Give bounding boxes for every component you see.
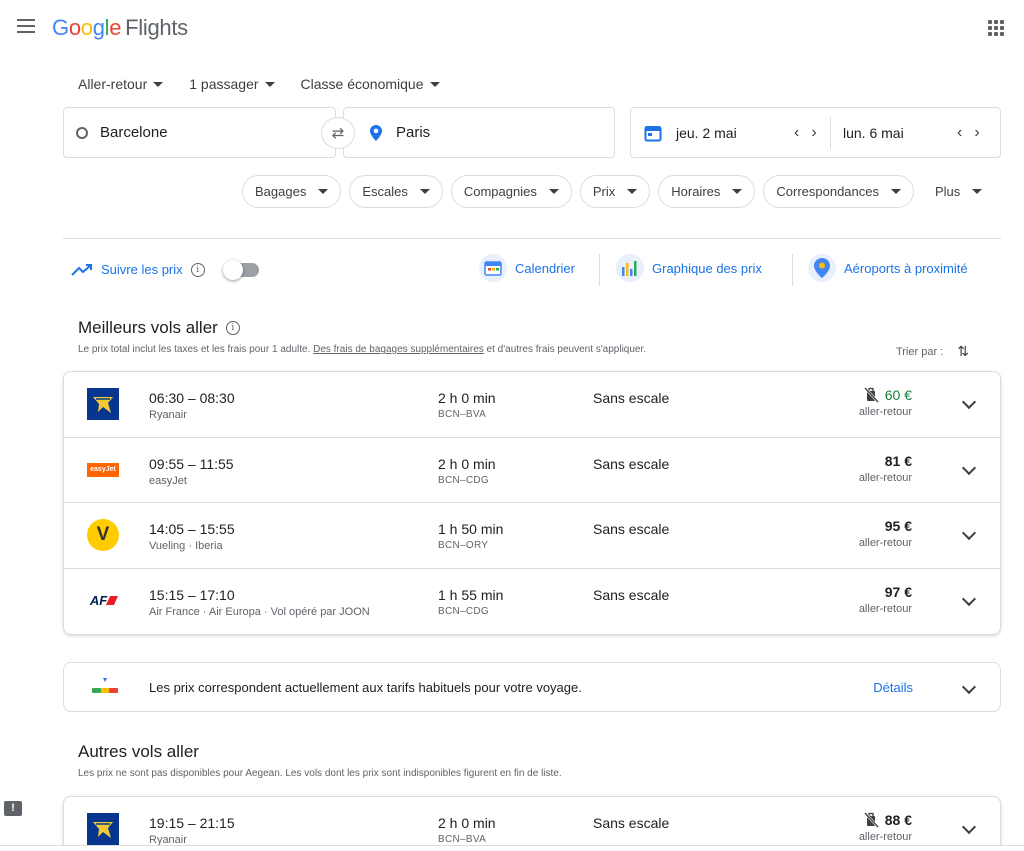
calendar-icon	[644, 125, 662, 141]
filter-airlines[interactable]: Compagnies	[450, 175, 572, 208]
menu-icon[interactable]	[17, 19, 35, 33]
origin-input[interactable]: Barcelone	[63, 107, 336, 158]
ryanair-logo	[86, 812, 120, 846]
no-carry-on-bag-icon	[863, 387, 879, 403]
cabin-class-select[interactable]: Classe économique	[301, 76, 440, 92]
expand-chevron-icon[interactable]	[961, 819, 977, 835]
price: 81 € aller-retour	[858, 452, 912, 484]
date-picker: jeu. 2 mai ‹ › lun. 6 mai ‹ ›	[630, 107, 1001, 158]
chevron-left-icon[interactable]: ‹	[794, 124, 799, 142]
price: 88 € aller-retour	[858, 812, 912, 843]
info-icon[interactable]: i	[225, 321, 240, 335]
best-flights-subtitle: Le prix total inclut les taxes et les fr…	[78, 344, 647, 355]
expand-chevron-icon[interactable]	[961, 525, 977, 541]
baggage-fees-link[interactable]: Des frais de bagages supplémentaires	[313, 344, 484, 355]
caret-down-icon	[891, 189, 901, 194]
trip-options: Aller-retour 1 passager Classe économiqu…	[78, 76, 440, 92]
vueling-logo: V	[86, 518, 120, 552]
sort-button[interactable]: Trier par : ⇅	[896, 343, 969, 360]
nearby-airports-button[interactable]: Aéroports à proximité	[808, 254, 968, 282]
trending-up-icon	[71, 263, 92, 276]
price-level-icon	[92, 678, 118, 693]
ryanair-logo	[86, 387, 120, 421]
filter-more[interactable]: Plus	[922, 175, 988, 208]
filter-connections[interactable]: Correspondances	[763, 175, 914, 208]
caret-down-icon	[419, 189, 430, 194]
calendar-colored-icon	[479, 254, 507, 282]
filter-price[interactable]: Prix	[579, 175, 651, 208]
price-insight-card[interactable]: Les prix correspondent actuellement aux …	[63, 662, 1001, 712]
track-prices-toggle[interactable]	[223, 260, 259, 280]
chevron-right-icon[interactable]: ›	[974, 124, 979, 142]
details-link[interactable]: Détails	[873, 680, 913, 695]
trip-type-select[interactable]: Aller-retour	[78, 76, 164, 92]
google-flights-logo[interactable]: Google Flights	[52, 15, 188, 41]
return-date-field[interactable]: lun. 6 mai ‹ ›	[831, 108, 1000, 157]
no-carry-on-bag-icon	[863, 812, 879, 828]
tool-separator	[599, 254, 600, 286]
swap-arrows-icon: ⇄	[331, 125, 345, 142]
top-bar: Google Flights	[0, 0, 1024, 56]
flight-row[interactable]: 06:30 – 08:30 Ryanair 2 h 0 min BCN–BVA …	[64, 372, 1000, 438]
price-graph-button[interactable]: Graphique des prix	[616, 254, 762, 282]
origin-circle-icon	[76, 126, 88, 139]
chevron-right-icon[interactable]: ›	[811, 124, 816, 142]
apps-grid-icon[interactable]	[988, 20, 1004, 36]
sort-arrows-icon: ⇅	[957, 343, 969, 359]
price: 60 € aller-retour	[858, 387, 912, 418]
track-prices-link[interactable]: Suivre les prix i	[71, 262, 205, 277]
feedback-icon[interactable]: !	[4, 801, 22, 816]
best-flights-list: 06:30 – 08:30 Ryanair 2 h 0 min BCN–BVA …	[63, 371, 1001, 635]
caret-down-icon	[972, 189, 983, 194]
location-pin-icon	[370, 124, 382, 141]
best-flights-title: Meilleurs vols aller i	[78, 318, 240, 338]
section-divider	[63, 238, 1001, 239]
swap-button[interactable]: ⇄	[321, 117, 355, 149]
caret-down-icon	[627, 189, 638, 194]
destination-input[interactable]: Paris	[343, 107, 615, 158]
flight-row[interactable]: easyJet 09:55 – 11:55 easyJet 2 h 0 min …	[64, 438, 1000, 503]
caret-down-icon	[153, 81, 164, 87]
filter-stops[interactable]: Escales	[349, 175, 443, 208]
expand-chevron-icon[interactable]	[961, 591, 977, 606]
price-graph-icon	[616, 254, 644, 282]
expand-chevron-icon[interactable]	[961, 394, 977, 410]
toggle-knob	[223, 260, 243, 280]
info-icon[interactable]: i	[190, 262, 205, 277]
air-france-logo: AF	[86, 584, 120, 618]
expand-chevron-icon[interactable]	[961, 679, 977, 695]
filter-bags[interactable]: Bagages	[242, 175, 342, 208]
bottom-bar	[0, 845, 1024, 851]
filter-times[interactable]: Horaires	[658, 175, 756, 208]
nearby-airport-icon	[808, 254, 836, 282]
filter-chips: Bagages Escales Compagnies Prix Horaires…	[242, 175, 988, 208]
caret-down-icon	[732, 189, 743, 194]
caret-down-icon	[548, 189, 559, 194]
other-flights-list: 19:15 – 21:15 Ryanair 2 h 0 min BCN–BVA …	[63, 796, 1001, 851]
tool-separator	[792, 254, 793, 286]
tools-bar: Suivre les prix i Calendrier Graphique d…	[63, 250, 1001, 290]
price: 97 € aller-retour	[858, 583, 912, 615]
price: 95 € aller-retour	[858, 518, 912, 549]
other-flights-title: Autres vols aller	[78, 742, 199, 761]
easyjet-logo: easyJet	[86, 453, 120, 487]
chevron-left-icon[interactable]: ‹	[957, 124, 962, 142]
caret-down-icon	[429, 81, 440, 87]
passengers-select[interactable]: 1 passager	[189, 76, 275, 92]
other-flights-subtitle: Les prix ne sont pas disponibles pour Ae…	[78, 768, 562, 779]
calendar-button[interactable]: Calendrier	[479, 254, 575, 282]
flight-row[interactable]: V 14:05 – 15:55 Vueling · Iberia 1 h 50 …	[64, 503, 1000, 569]
flight-row[interactable]: 19:15 – 21:15 Ryanair 2 h 0 min BCN–BVA …	[64, 797, 1000, 851]
expand-chevron-icon[interactable]	[961, 460, 977, 475]
departure-date-field[interactable]: jeu. 2 mai ‹ ›	[631, 116, 831, 149]
flight-row[interactable]: AF 15:15 – 17:10 Air France · Air Europa…	[64, 569, 1000, 635]
caret-down-icon	[318, 189, 329, 194]
caret-down-icon	[264, 81, 275, 87]
